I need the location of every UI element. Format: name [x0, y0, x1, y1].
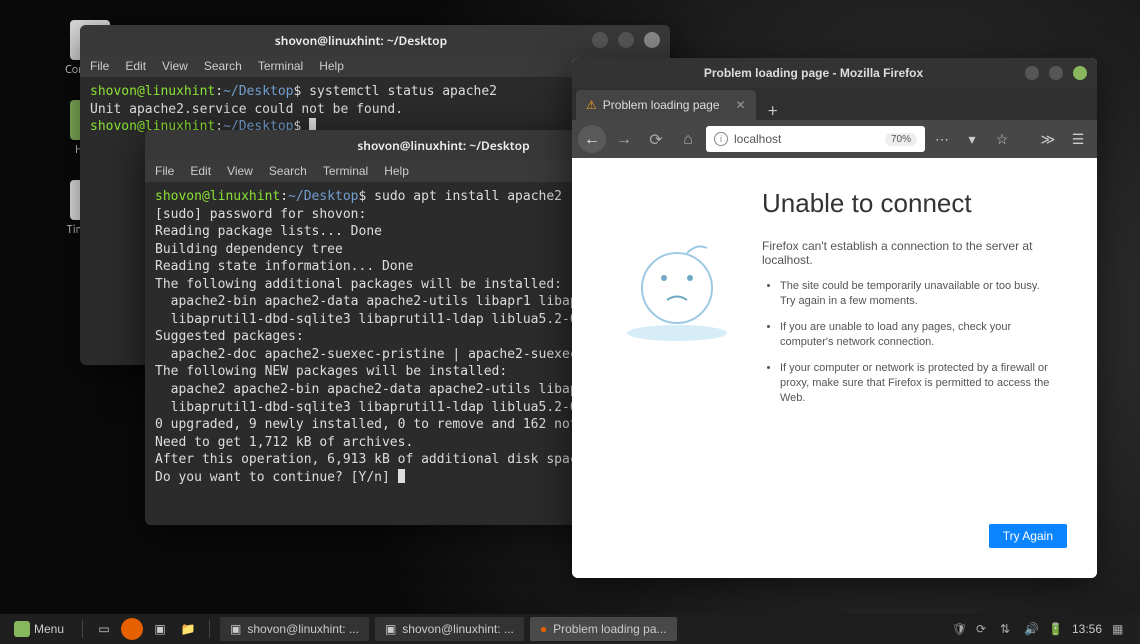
- battery-icon[interactable]: 🔋: [1048, 622, 1062, 636]
- files-launcher[interactable]: 📁: [177, 618, 199, 640]
- menu-terminal[interactable]: Terminal: [258, 59, 303, 73]
- maximize-button[interactable]: [618, 32, 634, 48]
- terminal-launcher[interactable]: ▣: [149, 618, 171, 640]
- task-label: shovon@linuxhint: ...: [402, 622, 514, 636]
- page-actions-button[interactable]: ⋯: [929, 126, 955, 152]
- terminal-icon: ▣: [230, 622, 241, 636]
- suggestion-item: If you are unable to load any pages, che…: [780, 320, 1057, 351]
- close-button[interactable]: [644, 32, 660, 48]
- network-icon[interactable]: ⇅: [1000, 622, 1014, 636]
- error-heading: Unable to connect: [762, 188, 1057, 219]
- pocket-button[interactable]: ▾: [959, 126, 985, 152]
- mint-logo-icon: [14, 621, 30, 637]
- firefox-titlebar[interactable]: Problem loading page - Mozilla Firefox: [572, 58, 1097, 88]
- menu-search[interactable]: Search: [269, 164, 307, 178]
- separator: [82, 620, 83, 638]
- menu-view[interactable]: View: [227, 164, 253, 178]
- navigation-toolbar: ← → ⟳ ⌂ i localhost 70% ⋯ ▾ ☆ ≫ ☰: [572, 120, 1097, 158]
- menu-edit[interactable]: Edit: [125, 59, 146, 73]
- terminal-title: shovon@linuxhint: ~/Desktop: [140, 32, 582, 49]
- task-label: shovon@linuxhint: ...: [247, 622, 359, 636]
- firefox-launcher[interactable]: [121, 618, 143, 640]
- taskbar-task-terminal-1[interactable]: ▣ shovon@linuxhint: ...: [220, 617, 369, 641]
- bookmark-star-button[interactable]: ☆: [989, 126, 1015, 152]
- error-suggestions: The site could be temporarily unavailabl…: [762, 279, 1057, 407]
- shield-icon[interactable]: 🛡: [952, 622, 966, 636]
- calendar-icon[interactable]: ▦: [1112, 622, 1126, 636]
- maximize-button[interactable]: [1049, 66, 1063, 80]
- taskbar: Menu ▭ ▣ 📁 ▣ shovon@linuxhint: ... ▣ sho…: [0, 614, 1140, 644]
- close-button[interactable]: [1073, 66, 1087, 80]
- url-bar[interactable]: i localhost 70%: [706, 126, 925, 152]
- menu-label: Menu: [34, 622, 64, 636]
- taskbar-task-terminal-2[interactable]: ▣ shovon@linuxhint: ...: [375, 617, 524, 641]
- url-text: localhost: [734, 132, 781, 146]
- error-lead: Firefox can't establish a connection to …: [762, 239, 1057, 267]
- zoom-indicator[interactable]: 70%: [885, 133, 917, 146]
- firefox-window[interactable]: Problem loading page - Mozilla Firefox ⚠…: [572, 58, 1097, 578]
- taskbar-task-firefox[interactable]: ● Problem loading pa...: [530, 617, 677, 641]
- menu-view[interactable]: View: [162, 59, 188, 73]
- system-tray: 🛡 ⟳ ⇅ 🔊 🔋 13:56 ▦: [952, 622, 1134, 636]
- back-button[interactable]: ←: [578, 125, 606, 153]
- home-button[interactable]: ⌂: [674, 125, 702, 153]
- suggestion-item: The site could be temporarily unavailabl…: [780, 279, 1057, 310]
- updates-icon[interactable]: ⟳: [976, 622, 990, 636]
- error-illustration: [612, 218, 742, 348]
- menu-file[interactable]: File: [90, 59, 109, 73]
- window-title: Problem loading page - Mozilla Firefox: [612, 66, 1015, 80]
- volume-icon[interactable]: 🔊: [1024, 622, 1038, 636]
- menu-search[interactable]: Search: [204, 59, 242, 73]
- new-tab-button[interactable]: +: [756, 100, 790, 120]
- try-again-button[interactable]: Try Again: [989, 524, 1067, 548]
- tab-close-button[interactable]: ✕: [736, 98, 746, 112]
- menu-help[interactable]: Help: [384, 164, 409, 178]
- info-icon[interactable]: i: [714, 132, 728, 146]
- tab-label: Problem loading page: [603, 98, 720, 112]
- terminal-icon: ▣: [385, 622, 396, 636]
- separator: [209, 620, 210, 638]
- cursor-icon: [398, 469, 405, 483]
- menu-button[interactable]: ☰: [1065, 126, 1091, 152]
- minimize-button[interactable]: [1025, 66, 1039, 80]
- forward-button[interactable]: →: [610, 125, 638, 153]
- page-content: Unable to connect Firefox can't establis…: [572, 158, 1097, 578]
- warning-icon: ⚠: [586, 98, 597, 112]
- reload-button[interactable]: ⟳: [642, 125, 670, 153]
- task-label: Problem loading pa...: [553, 622, 666, 636]
- clock[interactable]: 13:56: [1072, 622, 1102, 636]
- firefox-icon: ●: [540, 622, 547, 636]
- suggestion-item: If your computer or network is protected…: [780, 361, 1057, 407]
- overflow-button[interactable]: ≫: [1035, 126, 1061, 152]
- menu-edit[interactable]: Edit: [190, 164, 211, 178]
- tab-problem-loading[interactable]: ⚠ Problem loading page ✕: [576, 90, 756, 120]
- menu-help[interactable]: Help: [319, 59, 344, 73]
- menu-file[interactable]: File: [155, 164, 174, 178]
- minimize-button[interactable]: [592, 32, 608, 48]
- terminal-titlebar[interactable]: shovon@linuxhint: ~/Desktop: [80, 25, 670, 55]
- start-menu-button[interactable]: Menu: [6, 621, 72, 637]
- show-desktop-button[interactable]: ▭: [93, 618, 115, 640]
- menu-terminal[interactable]: Terminal: [323, 164, 368, 178]
- tab-strip: ⚠ Problem loading page ✕ +: [572, 88, 1097, 120]
